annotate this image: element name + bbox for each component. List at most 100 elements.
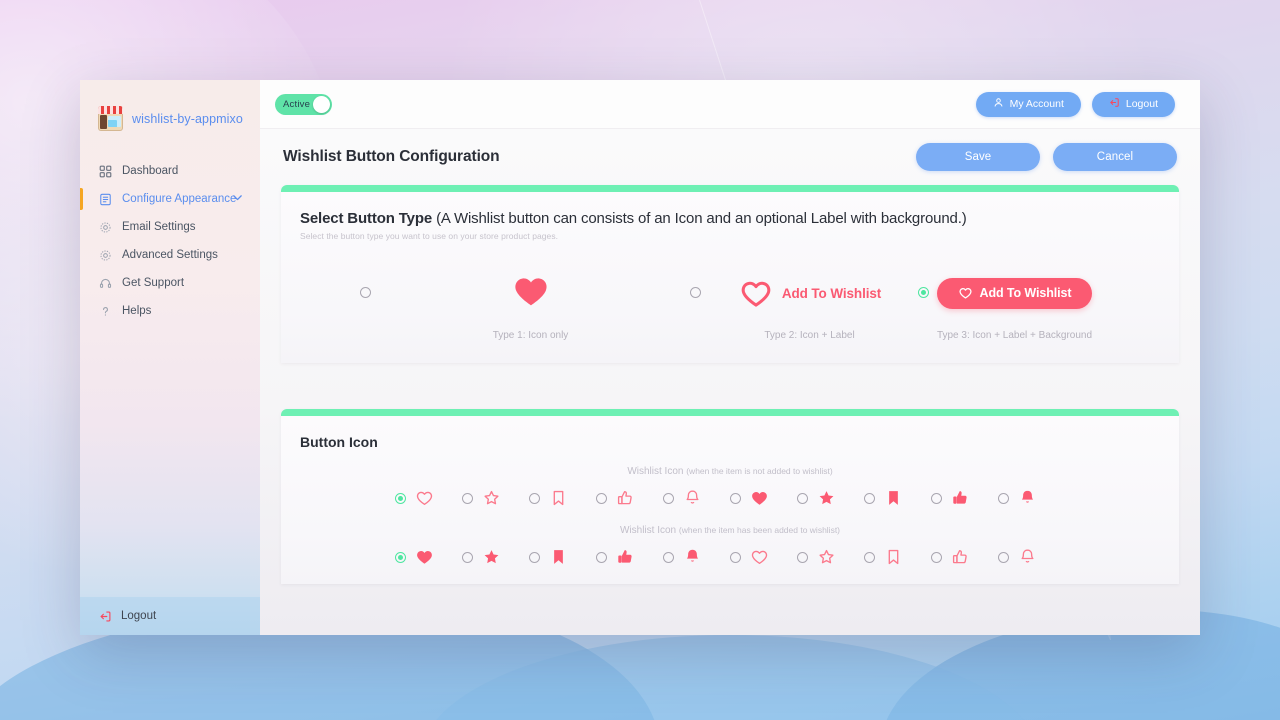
button-type-radio-1[interactable]	[360, 287, 371, 298]
cancel-button[interactable]: Cancel	[1053, 143, 1177, 171]
thumbsup-outline-icon	[949, 546, 971, 568]
icon-option-bookmark-outline[interactable]	[529, 487, 596, 509]
button-icon-card-body: Button Icon Wishlist Icon (when the item…	[281, 416, 1179, 584]
bookmark-outline-icon	[882, 546, 904, 568]
button-type-caption-3: Type 3: Icon + Label + Background	[936, 330, 1093, 341]
button-icon-card: Button Icon Wishlist Icon (when the item…	[281, 409, 1179, 584]
page-header: Wishlist Button Configuration Save Cance…	[281, 129, 1179, 185]
button-type-card-body: Select Button Type (A Wishlist button ca…	[281, 192, 1179, 363]
sidebar-item-email-settings[interactable]: Email Settings	[80, 213, 260, 241]
icon-radio[interactable]	[998, 551, 1009, 563]
sidebar-item-label: Helps	[122, 305, 152, 317]
heart-filled-icon	[510, 272, 552, 315]
bell-filled-icon	[1016, 487, 1038, 509]
logout-icon	[98, 609, 112, 623]
icon-radio[interactable]	[730, 492, 741, 504]
icon-option-bell-filled[interactable]	[663, 546, 730, 568]
my-account-button[interactable]: My Account	[975, 91, 1081, 117]
active-status-toggle[interactable]: Active	[275, 93, 332, 115]
icon-option-heart-outline[interactable]	[395, 487, 462, 509]
gear-icon	[98, 248, 112, 262]
icon-option-bell-outline[interactable]	[998, 546, 1065, 568]
icon-option-star-outline[interactable]	[797, 546, 864, 568]
icon-radio[interactable]	[931, 492, 942, 504]
icon-radio[interactable]	[395, 492, 406, 504]
button-type-subtitle: Select the button type you want to use o…	[300, 231, 559, 241]
brand[interactable]: wishlist-by-appmixo	[80, 80, 260, 131]
heart-outline-icon	[748, 546, 770, 568]
wishlist-icon-group-2-label: Wishlist Icon (when the item has been ad…	[300, 525, 1160, 536]
icon-option-thumbsup-outline[interactable]	[931, 546, 998, 568]
my-account-label: My Account	[1009, 98, 1064, 110]
icon-radio[interactable]	[596, 492, 607, 504]
sidebar-item-label: Advanced Settings	[122, 249, 218, 261]
icon-option-thumbsup-filled[interactable]	[931, 487, 998, 509]
sidebar-item-advanced-settings[interactable]: Advanced Settings	[80, 241, 260, 269]
icon-option-star-filled[interactable]	[797, 487, 864, 509]
icon-option-bell-filled[interactable]	[998, 487, 1065, 509]
star-filled-icon	[480, 546, 502, 568]
logout-button[interactable]: Logout	[1091, 91, 1175, 117]
icon-radio[interactable]	[462, 492, 473, 504]
icon-option-star-outline[interactable]	[462, 487, 529, 509]
icon-radio[interactable]	[998, 492, 1009, 504]
icon-radio[interactable]	[797, 492, 808, 504]
brand-name: wishlist-by-appmixo	[132, 111, 243, 126]
icon-radio[interactable]	[663, 551, 674, 563]
sidebar-item-get-support[interactable]: Get Support	[80, 269, 260, 297]
button-type-option-3[interactable]: Add To Wishlist	[918, 270, 1100, 316]
icon-option-bookmark-filled[interactable]	[864, 487, 931, 509]
card-spacer	[281, 363, 1179, 409]
star-outline-icon	[815, 546, 837, 568]
document-icon	[98, 192, 112, 206]
icon-option-thumbsup-filled[interactable]	[596, 546, 663, 568]
button-icon-title: Button Icon	[300, 434, 378, 450]
button-type-option-2[interactable]: Add To Wishlist	[690, 270, 918, 316]
icon-option-star-filled[interactable]	[462, 546, 529, 568]
icon-option-bookmark-outline[interactable]	[864, 546, 931, 568]
bell-outline-icon	[1016, 546, 1038, 568]
group-label-main: Wishlist Icon	[627, 466, 687, 477]
thumbsup-filled-icon	[949, 487, 971, 509]
icon-option-bookmark-filled[interactable]	[529, 546, 596, 568]
icon-option-thumbsup-outline[interactable]	[596, 487, 663, 509]
icon-radio[interactable]	[797, 551, 808, 563]
icon-option-heart-filled[interactable]	[395, 546, 462, 568]
button-type-preview-2: Add To Wishlist	[701, 270, 918, 316]
logout-icon	[1109, 97, 1120, 111]
sidebar-logout-button[interactable]: Logout	[80, 597, 260, 635]
group-label-note: (when the item is not added to wishlist)	[686, 466, 833, 476]
user-icon	[993, 97, 1004, 111]
button-type-option-1[interactable]	[360, 270, 690, 316]
page-header-actions: Save Cancel	[916, 143, 1177, 171]
icon-radio[interactable]	[663, 492, 674, 504]
sidebar-item-configure-appearance[interactable]: Configure Appearance	[80, 185, 260, 213]
icon-radio[interactable]	[529, 551, 540, 563]
button-type-radio-2[interactable]	[690, 287, 701, 298]
bell-filled-icon	[681, 546, 703, 568]
add-to-wishlist-preview-button[interactable]: Add To Wishlist	[936, 277, 1093, 309]
logout-label: Logout	[1125, 98, 1158, 110]
card-accent-bar	[281, 409, 1179, 416]
icon-radio[interactable]	[462, 551, 473, 563]
icon-radio[interactable]	[931, 551, 942, 563]
sidebar-item-dashboard[interactable]: Dashboard	[80, 157, 260, 185]
icon-radio[interactable]	[864, 492, 875, 504]
sidebar-item-helps[interactable]: Helps	[80, 297, 260, 325]
icon-option-heart-filled[interactable]	[730, 487, 797, 509]
save-button[interactable]: Save	[916, 143, 1040, 171]
chevron-down-icon[interactable]	[231, 191, 244, 207]
icon-option-bell-outline[interactable]	[663, 487, 730, 509]
icon-radio[interactable]	[395, 551, 406, 563]
icon-radio[interactable]	[596, 551, 607, 563]
bookmark-filled-icon	[547, 546, 569, 568]
top-actions: My Account Logout	[975, 91, 1175, 117]
icon-option-heart-outline[interactable]	[730, 546, 797, 568]
icon-radio[interactable]	[730, 551, 741, 563]
icon-radio[interactable]	[864, 551, 875, 563]
button-type-radio-3[interactable]	[918, 287, 929, 298]
button-type-label-3: Add To Wishlist	[979, 286, 1072, 300]
heart-outline-icon	[413, 487, 435, 509]
icon-radio[interactable]	[529, 492, 540, 504]
star-outline-icon	[480, 487, 502, 509]
